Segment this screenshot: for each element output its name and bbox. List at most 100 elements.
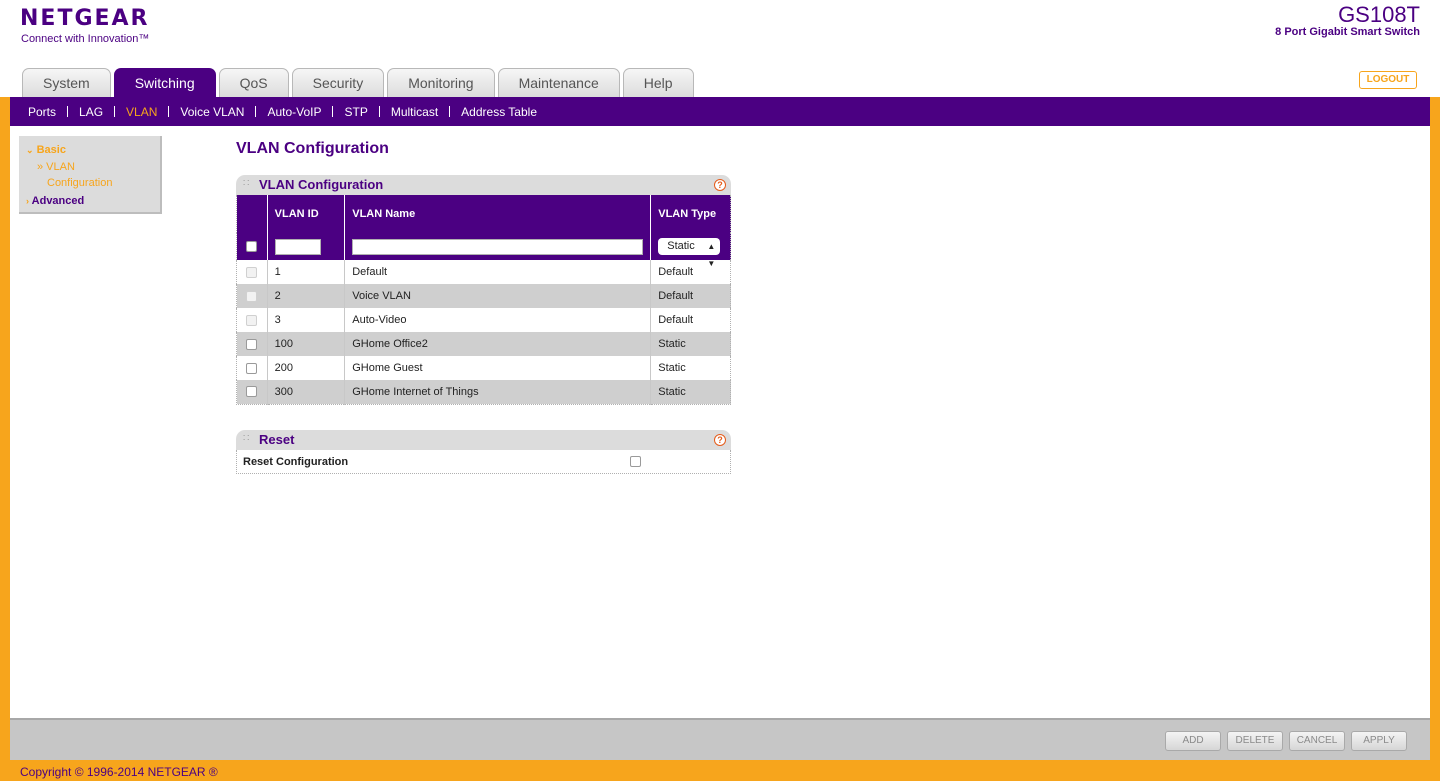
table-row[interactable]: 1 Default Default [236,260,731,284]
grip-icon: ∷ [243,433,250,444]
vlan-name-cell: GHome Guest [344,356,651,380]
column-header-vlan-name: VLAN Name [344,195,651,233]
row-select-cell [236,380,268,404]
sub-navigation: Ports LAG VLAN Voice VLAN Auto-VoIP STP … [10,97,1430,126]
vlan-configuration-panel: ∷ VLAN Configuration ? VLAN ID VLAN Name… [236,175,731,405]
row-checkbox[interactable] [246,362,258,374]
table-row[interactable]: 3 Auto-Video Default [236,308,731,332]
table-header-row: VLAN ID VLAN Name VLAN Type [236,195,731,233]
subnav-stp[interactable]: STP [344,105,367,119]
subnav-divider [449,106,451,117]
new-vlan-name-cell [344,233,651,260]
subnav-auto-voip[interactable]: Auto-VoIP [267,105,321,119]
subnav-vlan[interactable]: VLAN [126,105,157,119]
panel-header: ∷ VLAN Configuration ? [236,175,731,195]
row-checkbox [246,266,258,278]
reset-configuration-label: Reset Configuration [243,456,349,468]
reset-configuration-checkbox[interactable] [630,456,641,467]
table-row[interactable]: 100 GHome Office2 Static [236,332,731,356]
tab-switching[interactable]: Switching [113,68,216,97]
subnav-lag[interactable]: LAG [79,105,103,119]
sidenav-advanced-label: Advanced [31,195,85,207]
logo-tagline: Connect with Innovation™ [21,33,150,45]
row-select-cell [236,308,268,332]
sidenav-configuration-label: Configuration [47,177,113,189]
subnav-divider [332,106,334,117]
new-vlan-type-cell: Static ▲ ▼ [650,233,731,268]
subnav-multicast[interactable]: Multicast [391,105,438,119]
chevron-right-icon: › [26,196,29,206]
vlan-type-cell: Default [650,260,731,284]
sidenav-vlan-label: » VLAN [37,161,75,173]
chevron-down-icon: ⌄ [26,145,34,155]
help-icon[interactable]: ? [714,434,726,446]
vlan-name-cell: GHome Internet of Things [344,380,651,404]
delete-button[interactable]: DELETE [1227,731,1283,751]
add-button[interactable]: ADD [1165,731,1221,751]
row-checkbox [246,314,258,326]
column-header-vlan-type: VLAN Type [650,195,731,233]
cancel-button[interactable]: CANCEL [1289,731,1345,751]
row-checkbox[interactable] [246,338,258,350]
tab-system[interactable]: System [22,68,111,97]
subnav-ports[interactable]: Ports [28,105,56,119]
row-select-cell [236,260,268,284]
vlan-name-cell: Auto-Video [344,308,651,332]
vlan-id-cell: 1 [266,260,345,284]
tab-monitoring[interactable]: Monitoring [387,68,495,97]
column-header-vlan-id: VLAN ID [266,195,345,233]
row-checkbox[interactable] [246,386,258,398]
vlan-id-input[interactable] [274,238,321,255]
grip-icon: ∷ [243,178,250,189]
vlan-type-cell: Default [650,284,731,308]
new-vlan-row: Static ▲ ▼ [236,233,731,268]
row-select-cell [236,284,268,308]
vlan-name-input[interactable] [352,238,644,255]
logout-button[interactable]: LOGOUT [1359,71,1417,89]
apply-button[interactable]: APPLY [1351,731,1407,751]
model-name: GS108T [1338,2,1420,27]
panel-header: ∷ Reset ? [236,430,731,450]
copyright-text: Copyright © 1996-2014 NETGEAR ® [20,765,218,779]
vlan-name-cell: GHome Office2 [344,332,651,356]
subnav-address-table[interactable]: Address Table [461,105,537,119]
model-description: 8 Port Gigabit Smart Switch [1275,26,1420,38]
table-row[interactable]: 2 Voice VLAN Default [236,284,731,308]
sidenav-basic-label: Basic [36,144,66,156]
table-row[interactable]: 300 GHome Internet of Things Static [236,380,731,404]
side-navigation: ⌄ Basic » VLAN Configuration › Advanced [19,136,162,214]
page-title: VLAN Configuration [236,140,389,157]
action-bar: ADD DELETE CANCEL APPLY [10,718,1430,760]
help-icon[interactable]: ? [714,179,726,191]
vlan-type-select[interactable]: Static ▲ ▼ [658,238,721,268]
select-arrows-icon: ▲ ▼ [707,242,716,268]
sidenav-advanced[interactable]: › Advanced [26,195,84,207]
tab-security[interactable]: Security [291,68,385,97]
select-all-checkbox[interactable] [246,241,258,253]
tab-help[interactable]: Help [622,68,694,97]
tab-qos[interactable]: QoS [218,68,289,97]
vlan-type-selected-value: Static [667,240,695,252]
vlan-table: VLAN ID VLAN Name VLAN Type Static ▲ ▼ 1… [236,195,731,405]
row-select-cell [236,332,268,356]
netgear-logo[interactable]: NETGEAR [20,6,150,31]
vlan-type-cell: Default [650,308,731,332]
vlan-id-cell: 200 [266,356,345,380]
row-checkbox [246,290,258,302]
subnav-divider [67,106,69,117]
vlan-type-cell: Static [650,332,731,356]
subnav-divider [378,106,380,117]
content-area: ⌄ Basic » VLAN Configuration › Advanced … [10,126,1430,718]
sidenav-basic[interactable]: ⌄ Basic [26,144,66,156]
vlan-name-cell: Voice VLAN [344,284,651,308]
header: NETGEAR Connect with Innovation™ GS108T … [0,0,1440,97]
new-vlan-select-cell [236,233,268,260]
tab-maintenance[interactable]: Maintenance [497,68,620,97]
subnav-divider [255,106,257,117]
subnav-voice-vlan[interactable]: Voice VLAN [180,105,244,119]
table-row[interactable]: 200 GHome Guest Static [236,356,731,380]
sidenav-vlan-configuration[interactable]: » VLAN Configuration [37,161,112,189]
row-select-cell [236,356,268,380]
vlan-name-cell: Default [344,260,651,284]
vlan-id-cell: 2 [266,284,345,308]
